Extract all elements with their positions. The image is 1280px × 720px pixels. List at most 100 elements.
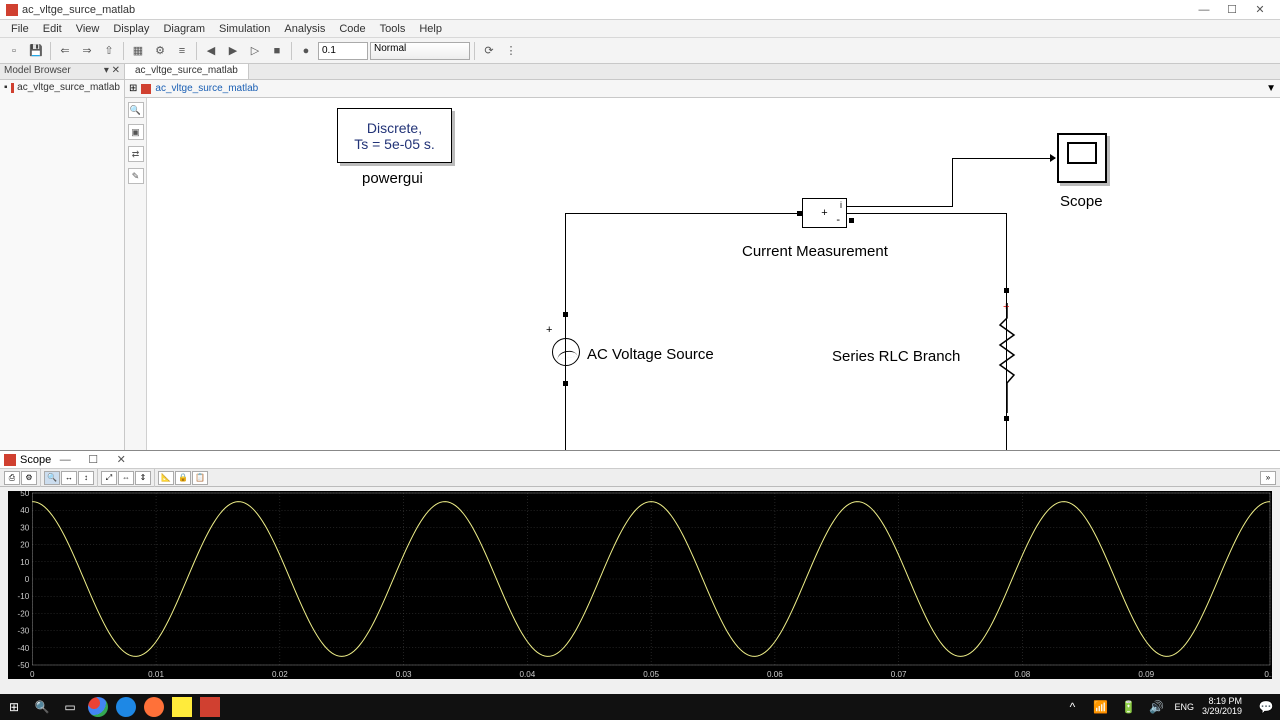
new-model-button[interactable]: ▫ — [4, 41, 24, 61]
more-button[interactable]: ⋮ — [501, 41, 521, 61]
simulink-titlebar: ac_vltge_surce_matlab — ☐ ✕ — [0, 0, 1280, 20]
hide-browser-icon[interactable]: ⊞ — [129, 83, 137, 94]
powergui-line1: Discrete, — [338, 120, 451, 136]
chrome-icon[interactable] — [88, 697, 108, 717]
menu-file[interactable]: File — [4, 23, 36, 35]
svg-text:0.02: 0.02 — [272, 670, 288, 679]
arrow-into-scope — [1050, 154, 1056, 162]
stop-time-input[interactable] — [318, 42, 368, 60]
cm-minus: - — [836, 214, 840, 226]
explorer-button[interactable]: ≡ — [172, 41, 192, 61]
ac-voltage-source-label: AC Voltage Source — [587, 346, 714, 363]
svg-text:0.08: 0.08 — [1015, 670, 1031, 679]
series-rlc-branch-block[interactable] — [998, 303, 1016, 413]
scope-expand-icon[interactable]: » — [1260, 471, 1276, 485]
svg-text:0.06: 0.06 — [767, 670, 783, 679]
tray-volume-icon[interactable]: 🔊 — [1146, 697, 1166, 717]
scope-snapshot-icon[interactable]: 📋 — [192, 471, 208, 485]
wire — [565, 213, 802, 214]
annotate-tool-icon[interactable]: ✎ — [128, 168, 144, 184]
menu-help[interactable]: Help — [412, 23, 449, 35]
library-browser-button[interactable]: ▦ — [128, 41, 148, 61]
task-view-icon[interactable]: ▭ — [60, 697, 80, 717]
sticky-notes-icon[interactable] — [172, 697, 192, 717]
svg-text:30: 30 — [20, 523, 30, 532]
pan-tool-icon[interactable]: ⇄ — [128, 146, 144, 162]
svg-text:0.09: 0.09 — [1138, 670, 1154, 679]
model-canvas[interactable]: Discrete, Ts = 5e-05 s. powergui Scope +… — [147, 98, 1280, 450]
menu-simulation[interactable]: Simulation — [212, 23, 277, 35]
menu-edit[interactable]: Edit — [36, 23, 69, 35]
tray-battery-icon[interactable]: 🔋 — [1118, 697, 1138, 717]
search-icon[interactable]: 🔍 — [32, 697, 52, 717]
scope-minimize-button[interactable]: — — [51, 454, 79, 466]
scope-measure-icon[interactable]: 📐 — [158, 471, 174, 485]
back-button[interactable]: ⇐ — [55, 41, 75, 61]
tray-up-icon[interactable]: ^ — [1062, 697, 1082, 717]
model-browser-menu-icon[interactable]: ▾ ✕ — [104, 65, 120, 78]
breadcrumb[interactable]: ac_vltge_surce_matlab — [155, 83, 258, 94]
fast-restart-button[interactable]: ⟳ — [479, 41, 499, 61]
menu-diagram[interactable]: Diagram — [156, 23, 212, 35]
model-browser-item[interactable]: ▪ ac_vltge_surce_matlab — [0, 80, 124, 95]
ac-voltage-source-block[interactable] — [552, 338, 580, 366]
scope-autoscale-icon[interactable]: ⤢ — [101, 471, 117, 485]
scope-zoom-icon[interactable]: 🔍 — [44, 471, 60, 485]
svg-text:0.03: 0.03 — [396, 670, 412, 679]
step-forward-button[interactable]: ▷ — [245, 41, 265, 61]
menu-display[interactable]: Display — [106, 23, 156, 35]
matlab-icon[interactable] — [200, 697, 220, 717]
scope-block[interactable] — [1057, 133, 1107, 183]
fit-tool-icon[interactable]: ▣ — [128, 124, 144, 140]
step-back-button[interactable]: ◀ — [201, 41, 221, 61]
powergui-block[interactable]: Discrete, Ts = 5e-05 s. — [337, 108, 452, 163]
scope-scale-x-icon[interactable]: ⇔ — [118, 471, 134, 485]
scope-close-button[interactable]: ✕ — [107, 453, 135, 466]
model-tab[interactable]: ac_vltge_surce_matlab — [125, 64, 249, 79]
edge-icon[interactable] — [116, 697, 136, 717]
tray-lang[interactable]: ENG — [1174, 702, 1194, 712]
scope-window: Scope — ☐ ✕ ⎙ ⚙ 🔍 ↔ ↕ ⤢ ⇔ ⇕ 📐 🔒 📋 » -50-… — [0, 450, 1280, 694]
menu-analysis[interactable]: Analysis — [277, 23, 332, 35]
cm-plus: + — [821, 207, 827, 219]
stop-button[interactable]: ■ — [267, 41, 287, 61]
tray-network-icon[interactable]: 📶 — [1090, 697, 1110, 717]
sim-mode-select[interactable]: Normal — [370, 42, 470, 60]
close-button[interactable]: ✕ — [1246, 3, 1274, 16]
scope-print-icon[interactable]: ⎙ — [4, 471, 20, 485]
port — [563, 312, 568, 317]
scope-lock-icon[interactable]: 🔒 — [175, 471, 191, 485]
zoom-tool-icon[interactable]: 🔍 — [128, 102, 144, 118]
maximize-button[interactable]: ☐ — [1218, 3, 1246, 16]
model-icon — [11, 83, 15, 93]
run-button[interactable]: ▶ — [223, 41, 243, 61]
scope-scale-y-icon[interactable]: ⇕ — [135, 471, 151, 485]
up-button[interactable]: ⇧ — [99, 41, 119, 61]
scope-plot[interactable]: -50-40-30-20-100102030405000.010.020.030… — [8, 491, 1272, 679]
tray-date: 3/29/2019 — [1202, 707, 1242, 717]
model-config-button[interactable]: ⚙ — [150, 41, 170, 61]
tray-clock[interactable]: 8:19 PM 3/29/2019 — [1202, 697, 1248, 717]
scope-settings-icon[interactable]: ⚙ — [21, 471, 37, 485]
start-button[interactable]: ⊞ — [4, 697, 24, 717]
scope-zoom-y-icon[interactable]: ↕ — [78, 471, 94, 485]
current-measurement-block[interactable]: + i - — [802, 198, 847, 228]
menubar: File Edit View Display Diagram Simulatio… — [0, 20, 1280, 38]
menu-code[interactable]: Code — [332, 23, 372, 35]
save-button[interactable]: 💾 — [26, 41, 46, 61]
record-button[interactable]: ● — [296, 41, 316, 61]
wire — [847, 213, 1007, 214]
scope-block-label: Scope — [1060, 193, 1103, 210]
canvas-side-toolbar: 🔍 ▣ ⇄ ✎ — [125, 98, 147, 450]
action-center-icon[interactable]: 💬 — [1256, 697, 1276, 717]
crumb-dropdown-icon[interactable]: ▼ — [1266, 83, 1276, 94]
firefox-icon[interactable] — [144, 697, 164, 717]
menu-tools[interactable]: Tools — [373, 23, 413, 35]
svg-text:0.07: 0.07 — [891, 670, 907, 679]
scope-zoom-x-icon[interactable]: ↔ — [61, 471, 77, 485]
minimize-button[interactable]: — — [1190, 4, 1218, 16]
menu-view[interactable]: View — [69, 23, 107, 35]
forward-button[interactable]: ⇒ — [77, 41, 97, 61]
scope-maximize-button[interactable]: ☐ — [79, 453, 107, 466]
svg-text:0.1: 0.1 — [1264, 670, 1272, 679]
